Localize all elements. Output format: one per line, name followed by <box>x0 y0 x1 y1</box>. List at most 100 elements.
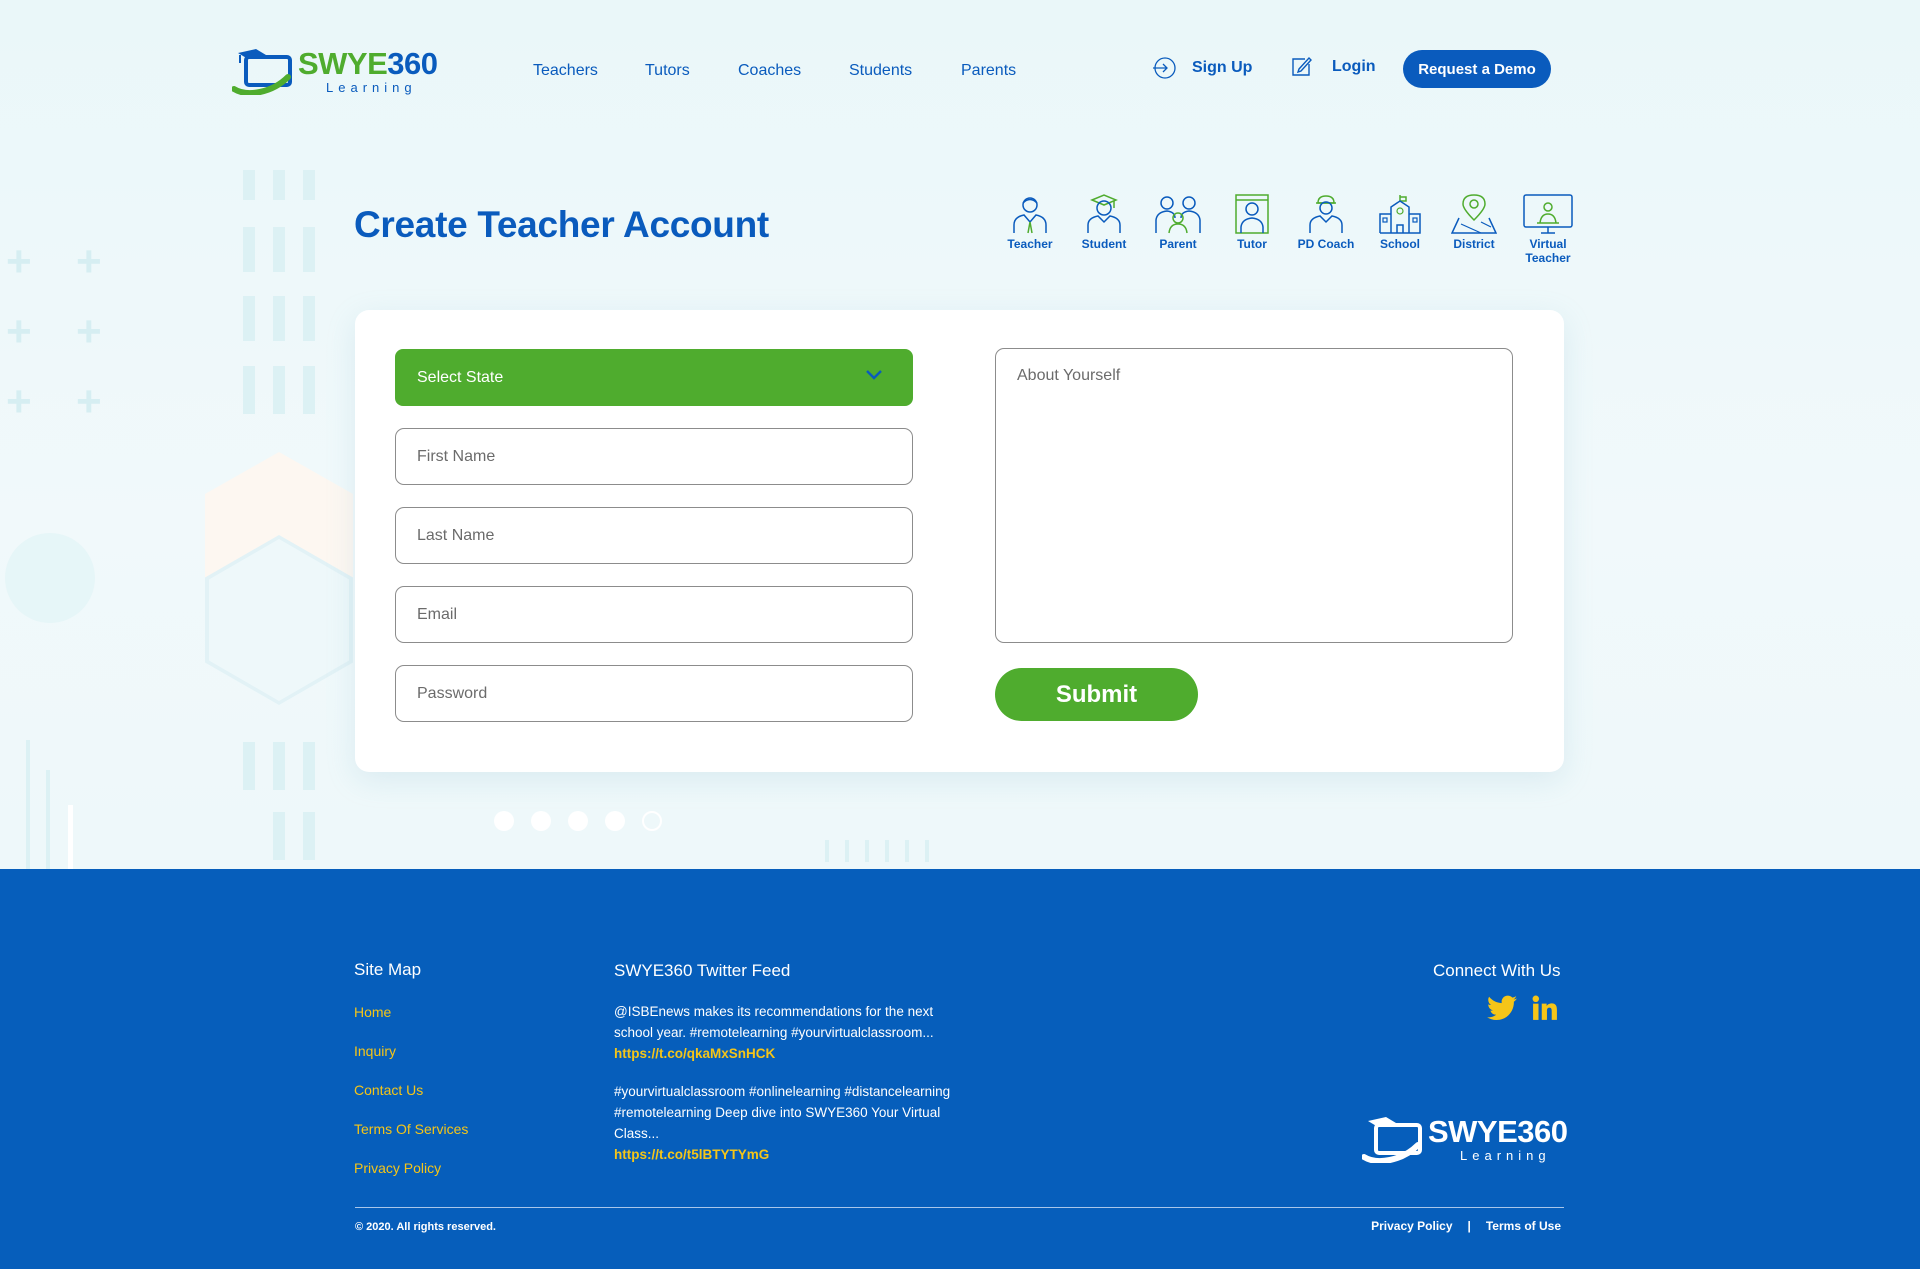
role-school[interactable]: School <box>1360 194 1440 251</box>
bar-deco <box>303 812 315 860</box>
bar-deco <box>905 840 909 862</box>
footer-link-terms-of-services[interactable]: Terms Of Services <box>354 1121 468 1160</box>
role-label: Student <box>1081 237 1127 251</box>
terms-of-use-link[interactable]: Terms of Use <box>1486 1219 1561 1233</box>
tweet-item: @ISBEnews makes its recommendations for … <box>614 1001 954 1064</box>
state-select-label: Select State <box>417 368 504 386</box>
logo-subtitle: Learning <box>326 80 417 95</box>
footer-link-inquiry[interactable]: Inquiry <box>354 1043 468 1082</box>
role-tutor[interactable]: Tutor <box>1212 194 1292 251</box>
chevron-down-icon <box>866 370 882 380</box>
request-demo-button[interactable]: Request a Demo <box>1403 50 1551 88</box>
last-name-input[interactable] <box>395 507 913 564</box>
role-teacher[interactable]: Teacher <box>990 194 1070 251</box>
role-virtual-teacher[interactable]: Virtual Teacher <box>1508 194 1588 265</box>
student-icon <box>1087 194 1121 233</box>
bar-deco <box>26 740 30 869</box>
bar-deco <box>273 227 285 272</box>
bar-deco <box>303 296 315 341</box>
role-district[interactable]: District <box>1434 194 1514 251</box>
parent-icon <box>1155 196 1201 234</box>
first-name-input[interactable] <box>395 428 913 485</box>
copyright-text: © 2020. All rights reserved. <box>355 1221 496 1233</box>
sitemap-links: Home Inquiry Contact Us Terms Of Service… <box>354 1004 468 1199</box>
plus-deco-icon: + <box>76 307 102 356</box>
brand-logo[interactable]: SWYE360 Learning <box>231 46 438 96</box>
bar-deco <box>243 227 255 272</box>
pd-coach-icon <box>1309 195 1343 233</box>
role-parent[interactable]: Parent <box>1138 194 1218 251</box>
linkedin-icon[interactable] <box>1531 995 1559 1021</box>
login-label: Login <box>1332 58 1376 75</box>
role-label: PD Coach <box>1297 237 1355 251</box>
footer-link-home[interactable]: Home <box>354 1004 468 1043</box>
nav-students[interactable]: Students <box>849 62 912 80</box>
about-yourself-textarea[interactable] <box>995 348 1513 643</box>
twitter-feed-title: SWYE360 Twitter Feed <box>614 961 791 980</box>
tweet-text: #yourvirtualclassroom #onlinelearning #d… <box>614 1084 951 1141</box>
circle-deco <box>5 533 95 623</box>
state-select[interactable]: Select State <box>395 349 913 406</box>
connect-title: Connect With Us <box>1433 961 1561 980</box>
tutor-icon <box>1235 194 1269 234</box>
tweet-link[interactable]: https://t.co/qkaMxSnHCK <box>614 1043 954 1064</box>
tweet-link[interactable]: https://t.co/t5lBTYTYmG <box>614 1144 954 1165</box>
carousel-dot[interactable] <box>531 811 551 831</box>
bar-deco <box>68 805 73 869</box>
footer-divider <box>355 1207 1564 1208</box>
bar-deco <box>243 742 255 790</box>
bar-deco <box>825 840 829 862</box>
footer-link-privacy-policy[interactable]: Privacy Policy <box>354 1160 468 1199</box>
plus-deco-icon: + <box>6 377 32 426</box>
twitter-icon[interactable] <box>1487 995 1517 1021</box>
bar-deco <box>46 770 50 869</box>
login-link[interactable]: Login <box>1290 56 1376 78</box>
logo-text-blue: 360 <box>387 46 438 81</box>
signup-form-card: Select State Submit <box>355 310 1564 772</box>
footer-link-contact-us[interactable]: Contact Us <box>354 1082 468 1121</box>
bar-deco <box>885 840 889 862</box>
role-pd-coach[interactable]: PD Coach <box>1286 194 1366 251</box>
sitemap-title: Site Map <box>354 960 422 979</box>
role-label: Parent <box>1159 237 1197 251</box>
bar-deco <box>865 840 869 862</box>
tweet-item: #yourvirtualclassroom #onlinelearning #d… <box>614 1081 954 1165</box>
legal-separator: | <box>1467 1219 1471 1233</box>
submit-button[interactable]: Submit <box>995 668 1198 721</box>
footer-logo-subtitle: Learning <box>1460 1148 1551 1163</box>
nav-tutors[interactable]: Tutors <box>645 62 690 80</box>
nav-teachers[interactable]: Teachers <box>533 62 598 80</box>
bar-deco <box>243 170 255 200</box>
footer-logo-text: SWYE360 <box>1428 1114 1568 1149</box>
bar-deco <box>273 366 285 414</box>
role-label: School <box>1379 237 1420 251</box>
school-icon <box>1379 195 1421 234</box>
role-student[interactable]: Student <box>1064 194 1144 251</box>
bar-deco <box>303 366 315 414</box>
bar-deco <box>925 840 929 862</box>
signup-link[interactable]: Sign Up <box>1152 56 1252 80</box>
bar-deco <box>243 366 255 414</box>
carousel-dot[interactable] <box>568 811 588 831</box>
bar-deco <box>243 296 255 341</box>
nav-parents[interactable]: Parents <box>961 62 1016 80</box>
privacy-policy-link[interactable]: Privacy Policy <box>1371 1219 1452 1233</box>
legal-links: Privacy Policy | Terms of Use <box>1371 1219 1561 1233</box>
footer-logo[interactable]: SWYE360 Learning <box>1362 1115 1568 1163</box>
nav-coaches[interactable]: Coaches <box>738 62 801 80</box>
page-title: Create Teacher Account <box>354 204 769 245</box>
email-input[interactable] <box>395 586 913 643</box>
bar-deco <box>303 170 315 200</box>
logo-monitor-icon <box>231 47 294 96</box>
bar-deco <box>273 296 285 341</box>
district-icon <box>1451 194 1497 234</box>
password-input[interactable] <box>395 665 913 722</box>
role-label: District <box>1453 237 1495 251</box>
carousel-dot[interactable] <box>494 811 514 831</box>
bar-deco <box>845 840 849 862</box>
plus-deco-icon: + <box>6 237 32 286</box>
logo-text-green: SWYE <box>298 46 388 81</box>
logo-monitor-icon <box>1362 1117 1422 1163</box>
carousel-dot-active[interactable] <box>642 811 662 831</box>
carousel-dot[interactable] <box>605 811 625 831</box>
